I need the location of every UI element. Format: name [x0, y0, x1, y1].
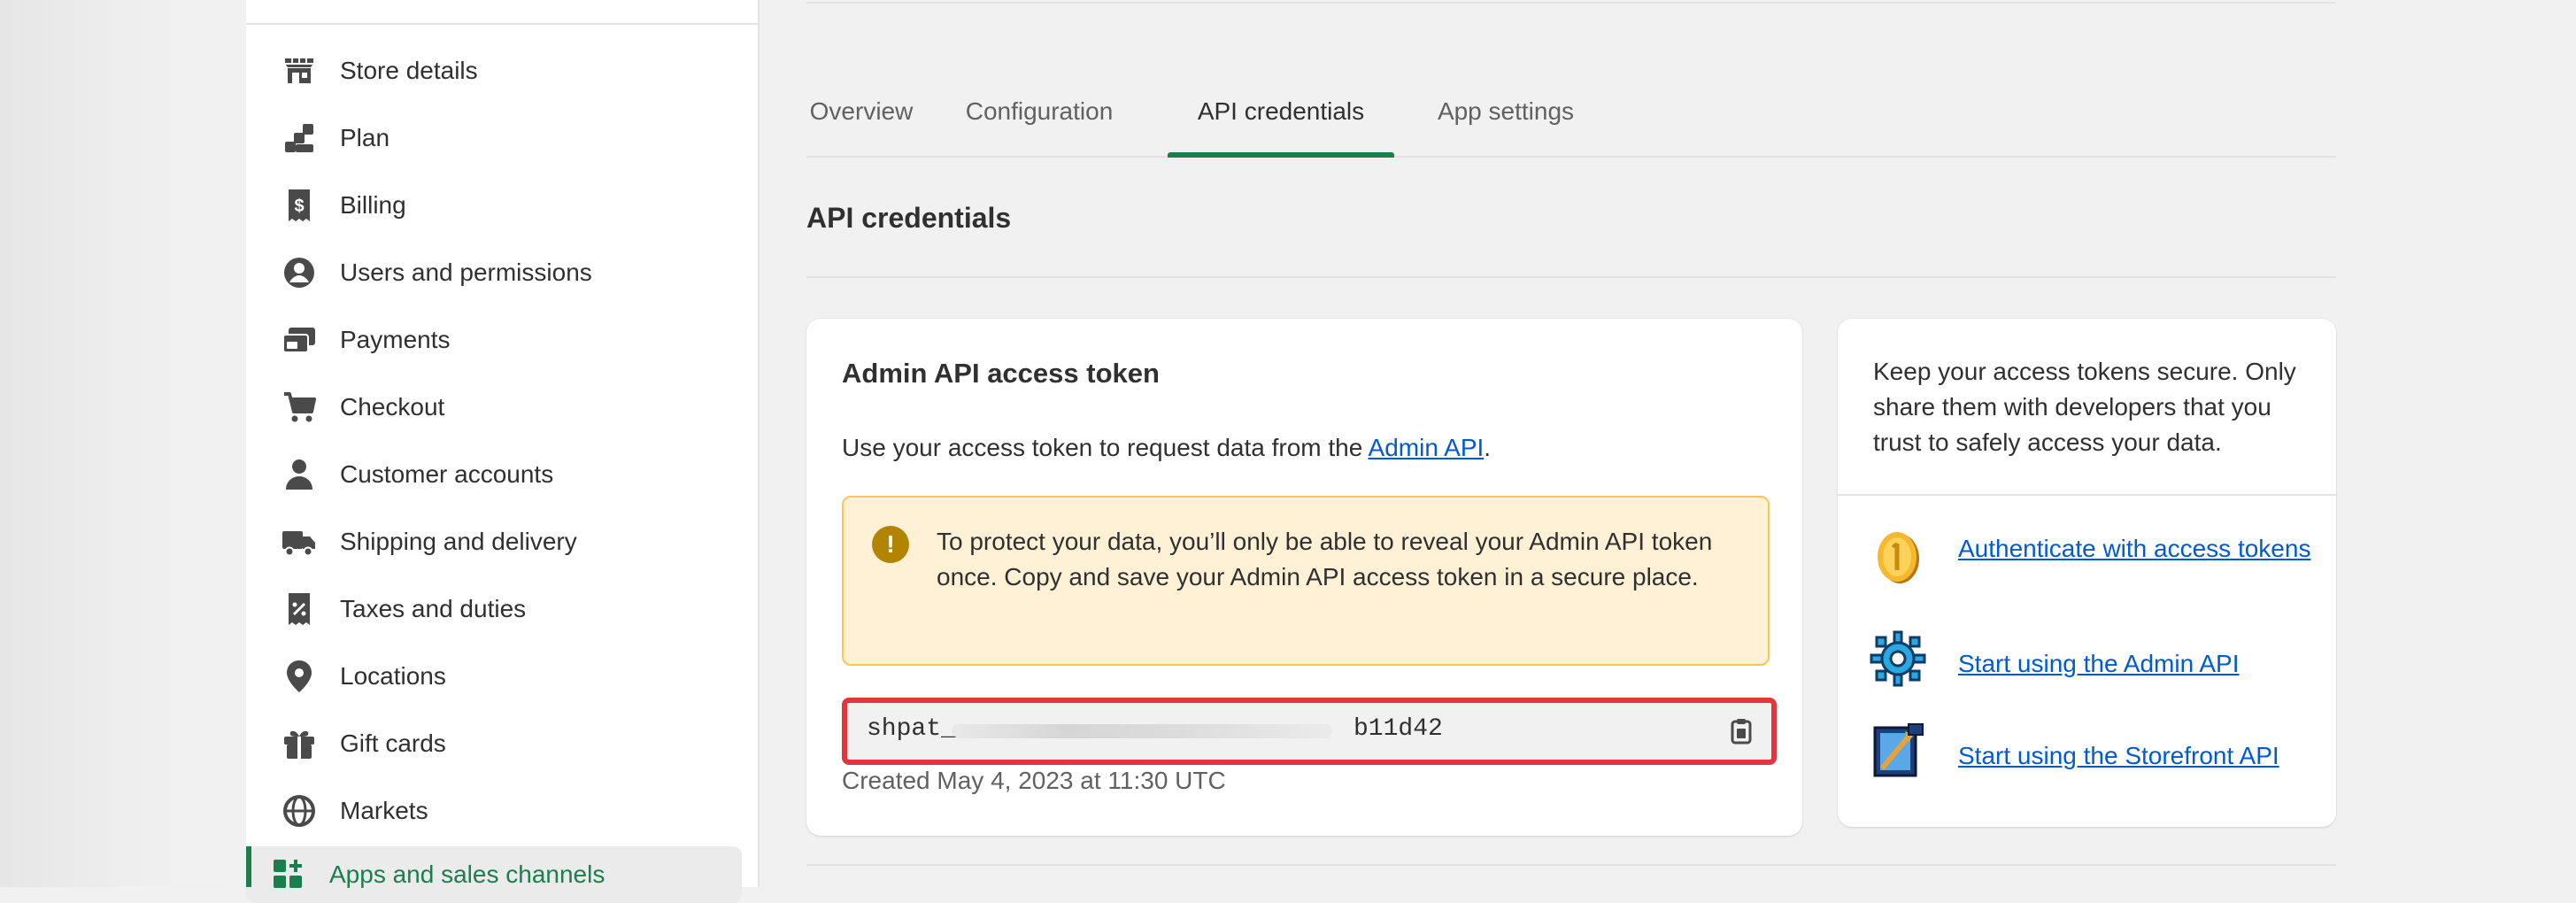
- token-suffix: b11d42: [1354, 715, 1443, 743]
- person-icon: [282, 457, 317, 492]
- store-icon: [282, 53, 317, 89]
- tab-configuration[interactable]: Configuration: [952, 67, 1127, 156]
- sidebar-item-label: Store details: [340, 57, 478, 84]
- left-gutter: [0, 0, 246, 887]
- description-text: Use your access token to request data fr…: [842, 434, 1369, 461]
- sidebar-item-customer-accounts[interactable]: Customer accounts: [273, 446, 724, 503]
- cart-icon: [282, 390, 317, 425]
- sidebar-item-label: Gift cards: [340, 729, 446, 757]
- sidebar-item-label: Checkout: [340, 393, 445, 421]
- security-info-card: Keep your access tokens secure. Only sha…: [1838, 319, 2336, 827]
- sidebar-item-label: Users and permissions: [340, 259, 592, 286]
- sidebar-item-store-details[interactable]: Store details: [273, 42, 724, 99]
- payments-icon: [282, 322, 317, 358]
- authenticate-access-tokens-link[interactable]: Authenticate with access tokens: [1958, 531, 2312, 567]
- start-storefront-api-link[interactable]: Start using the Storefront API: [1958, 738, 2312, 774]
- sidebar-item-locations[interactable]: Locations: [273, 648, 724, 705]
- tab-overview[interactable]: Overview: [806, 67, 916, 156]
- active-indicator: [246, 846, 251, 887]
- sidebar-item-payments[interactable]: Payments: [273, 312, 724, 368]
- sidebar-item-label: Markets: [340, 797, 428, 824]
- warning-banner: ! To protect your data, you’ll only be a…: [842, 496, 1770, 666]
- truck-icon: [282, 524, 317, 560]
- bottom-divider: [806, 864, 2336, 866]
- gear-icon: [1870, 630, 1926, 687]
- tab-api-credentials[interactable]: API credentials: [1168, 67, 1394, 158]
- sidebar-item-label: Apps and sales channels: [329, 861, 605, 888]
- sidebar-item-apps-and-sales-channels[interactable]: Apps and sales channels: [246, 846, 742, 903]
- storefront-tool-icon: [1870, 722, 1926, 779]
- sidebar-item-billing[interactable]: $ Billing: [273, 177, 724, 234]
- sidebar-item-users-and-permissions[interactable]: Users and permissions: [273, 244, 724, 301]
- sidebar-item-gift-cards[interactable]: Gift cards: [273, 715, 724, 772]
- info-divider: [1838, 494, 2336, 496]
- main-content: Overview Configuration API credentials A…: [758, 0, 2576, 887]
- warning-text: To protect your data, you’ll only be abl…: [937, 528, 1713, 590]
- sidebar-item-plan[interactable]: Plan: [273, 110, 724, 166]
- card-description: Use your access token to request data fr…: [842, 434, 1491, 462]
- top-divider: [806, 2, 2336, 4]
- sidebar-item-label: Shipping and delivery: [340, 528, 577, 555]
- sidebar-item-label: Locations: [340, 662, 446, 690]
- sidebar-item-label: Payments: [340, 326, 451, 353]
- location-pin-icon: [282, 659, 317, 694]
- alert-icon: !: [872, 526, 909, 563]
- sidebar-item-markets[interactable]: Markets: [273, 783, 724, 839]
- start-admin-api-link[interactable]: Start using the Admin API: [1958, 646, 2312, 682]
- card-title: Admin API access token: [842, 358, 1160, 389]
- user-circle-icon: [282, 255, 317, 290]
- globe-icon: [282, 793, 317, 829]
- apps-icon: [271, 857, 306, 892]
- created-timestamp: Created May 4, 2023 at 11:30 UTC: [842, 767, 1226, 794]
- svg-text:$: $: [294, 197, 304, 216]
- sidebar-item-taxes-and-duties[interactable]: Taxes and duties: [273, 581, 724, 637]
- tab-bar: Overview Configuration API credentials A…: [806, 67, 2336, 158]
- sidebar-item-label: Customer accounts: [340, 460, 554, 488]
- redacted-token-blur: [952, 724, 1332, 738]
- access-token-field[interactable]: shpat_ b11d42: [842, 698, 1777, 765]
- admin-api-link[interactable]: Admin API: [1369, 434, 1485, 461]
- sidebar-item-shipping-and-delivery[interactable]: Shipping and delivery: [273, 513, 724, 570]
- security-tip-text: Keep your access tokens secure. Only sha…: [1873, 358, 2296, 456]
- sidebar-item-label: Plan: [340, 124, 390, 151]
- page-title: API credentials: [806, 202, 1012, 234]
- tab-app-settings[interactable]: App settings: [1426, 67, 1585, 156]
- plan-icon: [282, 120, 317, 156]
- settings-sidebar: Store details Plan $ Billing Users and p…: [246, 0, 760, 903]
- admin-api-token-card: Admin API access token Use your access t…: [806, 319, 1802, 836]
- sidebar-divider: [246, 23, 758, 25]
- description-period: .: [1484, 434, 1492, 461]
- tax-receipt-icon: [282, 591, 317, 627]
- section-divider: [806, 276, 2336, 278]
- sidebar-item-label: Billing: [340, 191, 406, 219]
- copy-icon[interactable]: [1724, 714, 1759, 749]
- gift-icon: [282, 726, 317, 761]
- coin-icon: [1870, 529, 1926, 586]
- billing-icon: $: [282, 188, 317, 223]
- token-prefix: shpat_: [867, 715, 956, 743]
- sidebar-item-checkout[interactable]: Checkout: [273, 379, 724, 436]
- sidebar-item-label: Taxes and duties: [340, 595, 527, 622]
